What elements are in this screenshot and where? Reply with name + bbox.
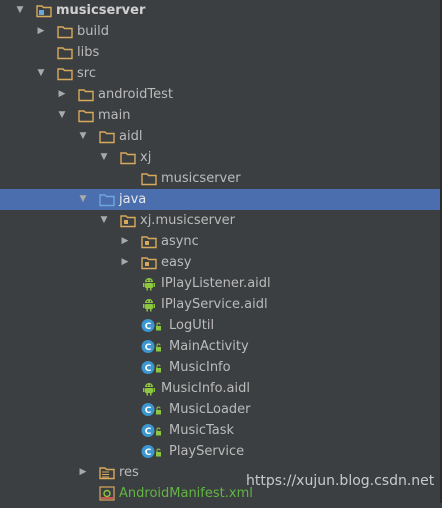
tree-node-iplaylistener-aidl[interactable]: IPlayListener.aidl [0,273,442,294]
tree-node-playservice[interactable]: C PlayService [0,441,442,462]
tree-node-label: libs [77,45,100,60]
tree-node-label: async [161,234,199,249]
android-icon [141,297,157,312]
tree-node-main[interactable]: ▼ main [0,105,442,126]
folder-icon [120,150,136,165]
tree-node-label: MusicTask [169,423,235,438]
tree-node-label: androidTest [98,87,173,102]
folder-icon [78,108,94,123]
tree-node-label: IPlayListener.aidl [161,276,271,291]
module-folder-icon [36,3,52,18]
folder-icon [78,87,94,102]
android-icon [141,381,157,396]
package-icon [141,234,157,249]
tree-node-async[interactable]: ▶ async [0,231,442,252]
svg-text:C: C [145,406,152,416]
tree-node-musictask[interactable]: C MusicTask [0,420,442,441]
tree-node-label: MainActivity [169,339,249,354]
tree-node-mainactivity[interactable]: C MainActivity [0,336,442,357]
tree-node-label: src [77,66,96,81]
tree-node-label: build [77,24,109,39]
tree-node-musicserver[interactable]: ▼ musicserver [0,0,442,21]
class-icon: C [141,360,161,375]
tree-node-androidtest[interactable]: ▶ androidTest [0,84,442,105]
chevron-right-icon[interactable]: ▶ [119,252,131,273]
folder-icon [57,66,73,81]
svg-text:C: C [145,364,152,374]
chevron-down-icon[interactable]: ▼ [14,0,26,21]
folder-icon [57,45,73,60]
tree-node-label: java [119,192,147,207]
chevron-down-icon[interactable]: ▼ [77,126,89,147]
class-icon: C [141,423,161,438]
tree-node-musicinfo[interactable]: C MusicInfo [0,357,442,378]
svg-text:C: C [145,427,152,437]
tree-node-java[interactable]: ▼ java [0,189,442,210]
tree-node-label: MusicLoader [169,402,251,417]
tree-node-label: musicserver [161,171,241,186]
folder-icon [57,24,73,39]
tree-node-label: MusicInfo [169,360,231,375]
tree-node-label: IPlayService.aidl [161,297,268,312]
source-folder-icon [99,192,115,207]
tree-node-build[interactable]: ▶ build [0,21,442,42]
svg-text:C: C [145,448,152,458]
folder-icon [141,171,157,186]
tree-node-musicserver[interactable]: musicserver [0,168,442,189]
package-icon [120,213,136,228]
tree-node-easy[interactable]: ▶ easy [0,252,442,273]
tree-node-xj[interactable]: ▼ xj [0,147,442,168]
tree-node-label: easy [161,255,192,270]
tree-node-label: AndroidManifest.xml [119,486,253,501]
project-tree: ▼ musicserver ▶ build libs ▼ src ▶ androidTest ▼ m… [0,0,442,504]
class-icon: C [141,444,161,459]
tree-node-logutil[interactable]: C LogUtil [0,315,442,336]
chevron-down-icon[interactable]: ▼ [98,210,110,231]
chevron-right-icon[interactable]: ▶ [56,84,68,105]
chevron-right-icon[interactable]: ▶ [119,231,131,252]
tree-node-label: res [119,465,139,480]
chevron-down-icon[interactable]: ▼ [35,63,47,84]
chevron-down-icon[interactable]: ▼ [56,105,68,126]
chevron-right-icon[interactable]: ▶ [77,462,89,483]
tree-node-label: PlayService [169,444,245,459]
tree-node-src[interactable]: ▼ src [0,63,442,84]
chevron-right-icon[interactable]: ▶ [35,21,47,42]
tree-node-label: main [98,108,131,123]
package-icon [141,255,157,270]
class-icon: C [141,339,161,354]
tree-node-label: MusicInfo.aidl [161,381,250,396]
android-icon [141,276,157,291]
class-icon: C [141,318,161,333]
tree-node-label: xj.musicserver [140,213,236,228]
class-icon: C [141,402,161,417]
tree-node-musicloader[interactable]: C MusicLoader [0,399,442,420]
chevron-down-icon[interactable]: ▼ [77,189,89,210]
tree-node-libs[interactable]: libs [0,42,442,63]
folder-icon [99,129,115,144]
watermark: https://xujun.blog.csdn.net [246,473,435,489]
tree-node-label: LogUtil [169,318,215,333]
tree-node-iplayservice-aidl[interactable]: IPlayService.aidl [0,294,442,315]
tree-node-musicinfo-aidl[interactable]: MusicInfo.aidl [0,378,442,399]
tree-node-label: aidl [119,129,143,144]
svg-text:C: C [145,322,152,332]
tree-node-label: musicserver [56,3,146,18]
svg-text:C: C [145,343,152,353]
tree-node-xj-musicserver[interactable]: ▼ xj.musicserver [0,210,442,231]
tree-node-label: xj [140,150,152,165]
manifest-icon [99,486,115,501]
chevron-down-icon[interactable]: ▼ [98,147,110,168]
resource-folder-icon [99,465,115,480]
tree-node-aidl[interactable]: ▼ aidl [0,126,442,147]
